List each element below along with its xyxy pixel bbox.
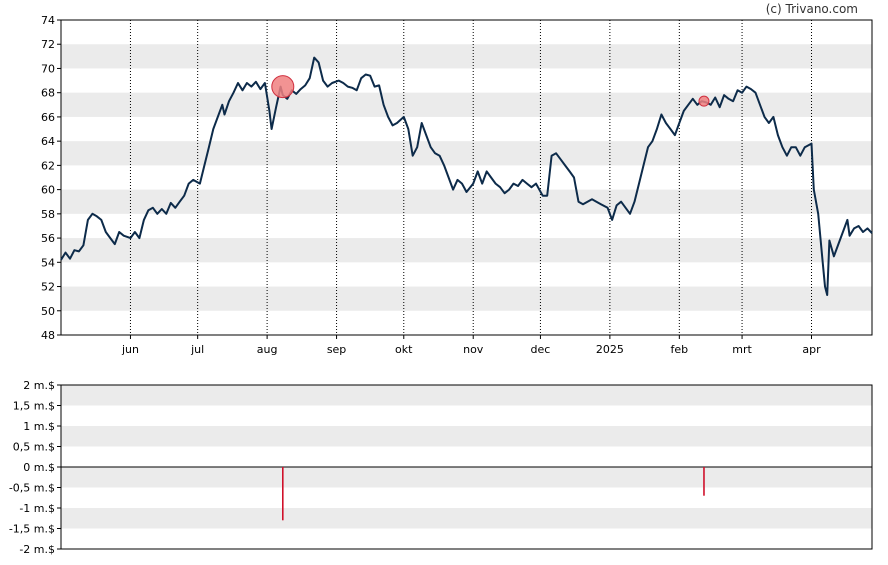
price-y-tick-label: 58 <box>41 208 55 221</box>
insider-trade-marker <box>698 95 710 107</box>
price-grid-band <box>61 44 872 69</box>
month-x-tick-label: aug <box>257 343 278 356</box>
price-y-tick-label: 60 <box>41 184 55 197</box>
month-x-tick-label: 2025 <box>596 343 624 356</box>
month-x-tick-label: feb <box>671 343 689 356</box>
price-grid-band <box>61 189 872 214</box>
volume-y-tick-label: -1,5 m.$ <box>9 523 55 536</box>
price-grid-band <box>61 92 872 117</box>
volume-y-tick-label: 0 m.$ <box>23 461 55 474</box>
volume-y-tick-label: -2 m.$ <box>19 543 55 556</box>
volume-grid-band <box>61 385 872 406</box>
price-y-tick-label: 56 <box>41 232 55 245</box>
price-grid-band <box>61 141 872 166</box>
volume-y-tick-label: 1 m.$ <box>23 420 55 433</box>
price-y-tick-label: 68 <box>41 87 55 100</box>
price-y-tick-label: 54 <box>41 256 55 269</box>
chart-canvas: 48 50 52 54 56 58 60 62 64 66 68 70 72 74 jun jul aug sep… <box>9 14 873 556</box>
volume-y-tick-label: 2 m.$ <box>23 379 55 392</box>
month-x-tick-label: jun <box>121 343 139 356</box>
month-x-tick-label: sep <box>327 343 346 356</box>
price-y-tick-label: 52 <box>41 281 55 294</box>
price-y-tick-label: 70 <box>41 62 55 75</box>
price-y-tick-label: 74 <box>41 14 55 27</box>
volume-y-tick-label: 1,5 m.$ <box>13 400 55 413</box>
price-grid-band <box>61 286 872 311</box>
price-grid-band <box>61 238 872 263</box>
volume-y-tick-label: 0,5 m.$ <box>13 441 55 454</box>
price-y-tick-label: 66 <box>41 111 55 124</box>
volume-y-tick-label: -0,5 m.$ <box>9 482 55 495</box>
month-x-tick-label: dec <box>531 343 551 356</box>
volume-grid-band <box>61 508 872 529</box>
month-x-tick-label: okt <box>395 343 413 356</box>
month-x-tick-label: apr <box>802 343 821 356</box>
price-y-tick-label: 64 <box>41 135 55 148</box>
volume-grid-band <box>61 426 872 447</box>
month-x-tick-label: jul <box>190 343 204 356</box>
month-x-tick-label: mrt <box>732 343 752 356</box>
price-y-tick-label: 50 <box>41 305 55 318</box>
price-y-tick-label: 72 <box>41 38 55 51</box>
insider-trade-marker <box>271 75 295 99</box>
month-x-tick-label: nov <box>463 343 484 356</box>
volume-grid-band <box>61 467 872 488</box>
volume-y-tick-label: -1 m.$ <box>19 502 55 515</box>
price-y-tick-label: 48 <box>41 329 55 342</box>
price-y-tick-label: 62 <box>41 159 55 172</box>
